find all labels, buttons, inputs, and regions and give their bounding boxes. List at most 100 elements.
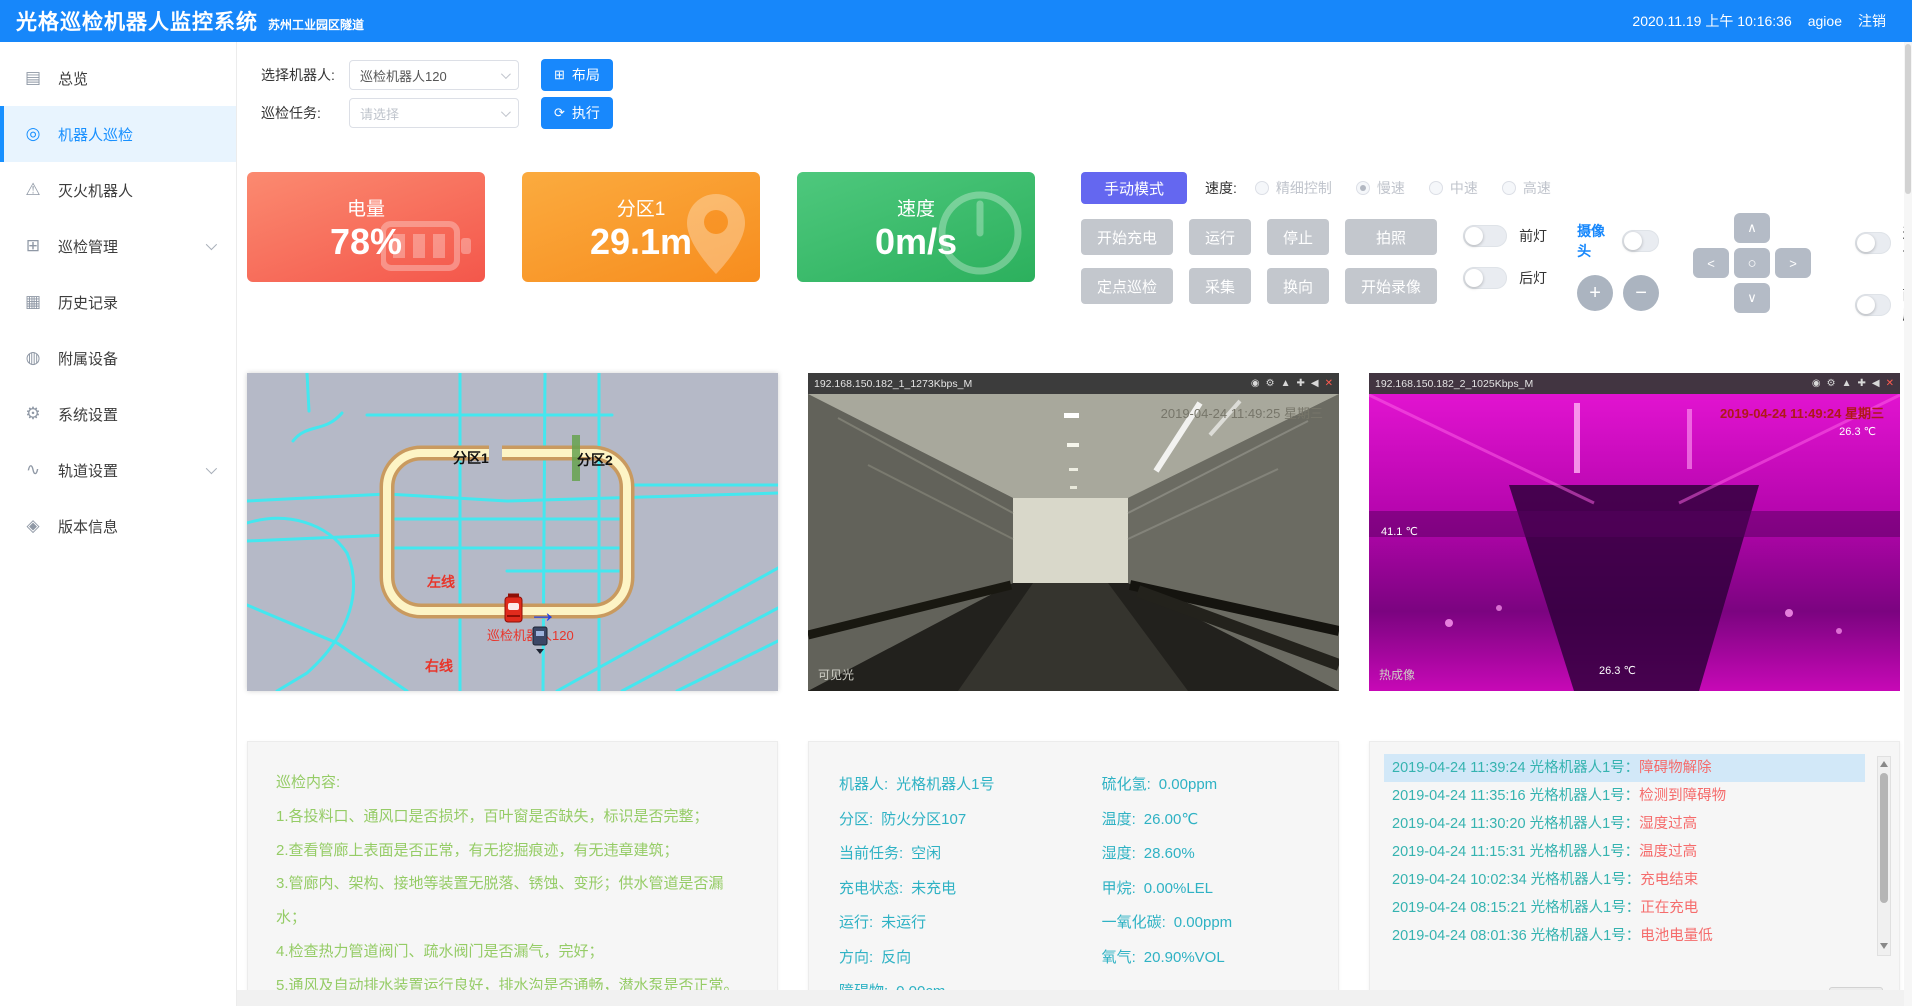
status-value: 0.00ppm: [1159, 776, 1217, 793]
rear-light-toggle[interactable]: [1463, 267, 1507, 289]
control-button[interactable]: 运行: [1189, 219, 1251, 255]
control-button[interactable]: 开始录像: [1345, 268, 1437, 304]
sidebar-item-label: 附属设备: [58, 348, 118, 369]
event-log-row[interactable]: 2019-04-24 08:01:36 光格机器人1号：电池电量低: [1384, 922, 1865, 944]
event-log-row[interactable]: 2019-04-24 11:15:31 光格机器人1号：温度过高: [1384, 838, 1865, 866]
video-tag: 热成像: [1379, 666, 1415, 683]
status-value: 光格机器人1号: [896, 776, 994, 793]
video-header-icon[interactable]: ▲: [1842, 378, 1852, 389]
sidebar-item[interactable]: ⚙ 系统设置: [0, 386, 236, 442]
scroll-down-icon[interactable]: [1880, 943, 1888, 949]
inspection-item: 3.管廊内、架构、接地等装置无脱落、锈蚀、变形；供水管道是否漏水；: [276, 867, 749, 935]
video-header-icon[interactable]: ✚: [1297, 378, 1305, 389]
manual-mode-button[interactable]: 手动模式: [1081, 172, 1187, 204]
scrollbar-thumb[interactable]: [1880, 773, 1888, 903]
speed-radio[interactable]: 慢速: [1356, 178, 1405, 198]
control-button[interactable]: 换向: [1267, 268, 1329, 304]
status-label: 充电状态:: [839, 880, 903, 897]
video-header-icon[interactable]: ◉: [1251, 378, 1260, 389]
video-header-icon[interactable]: ✚: [1858, 378, 1866, 389]
status-line: 当前任务:空闲: [839, 837, 1102, 872]
sidebar-item[interactable]: ◍ 附属设备: [0, 330, 236, 386]
inspection-content-panel: 巡检内容: 1.各投料口、通风口是否损坏，百叶窗是否缺失，标识是否完整；2.查看…: [247, 741, 778, 1006]
video-header-icon[interactable]: ✕: [1325, 378, 1333, 389]
dpad-center-button[interactable]: ○: [1734, 248, 1770, 278]
speed-radio[interactable]: 精细控制: [1255, 178, 1332, 198]
video-header-icon[interactable]: ◉: [1812, 378, 1821, 389]
camera-toggle[interactable]: [1622, 230, 1659, 252]
event-log-row[interactable]: 2019-04-24 10:02:34 光格机器人1号：充电结束: [1384, 866, 1865, 894]
dpad-right-button[interactable]: >: [1775, 248, 1811, 278]
control-button[interactable]: 停止: [1267, 219, 1329, 255]
sidebar-item-icon: ◎: [22, 124, 44, 144]
event-log-list: 2019-04-24 11:39:24 光格机器人1号：障碍物解除 2019-0…: [1384, 754, 1865, 944]
video-header-icon[interactable]: ◀: [1872, 378, 1880, 389]
zone-card: 分区1 29.1m: [522, 172, 760, 282]
dpad-left-button[interactable]: <: [1693, 248, 1729, 278]
temperature-reading: 41.1 ℃: [1381, 525, 1418, 538]
zoom-in-button[interactable]: +: [1577, 275, 1613, 311]
sidebar-item[interactable]: ◈ 版本信息: [0, 498, 236, 554]
sidebar-item[interactable]: ◎ 机器人巡检: [0, 106, 236, 162]
control-button[interactable]: 定点巡检: [1081, 268, 1173, 304]
status-value: 未运行: [881, 914, 926, 931]
status-line: 甲烷:0.00%LEL: [1102, 872, 1233, 907]
wiper-toggle[interactable]: [1855, 294, 1890, 316]
event-message: 电池电量低: [1640, 928, 1713, 944]
control-button[interactable]: 拍照: [1345, 219, 1437, 255]
video-header-icons: ◉ ⚙ ▲ ✚ ◀ ✕: [1251, 378, 1333, 389]
video-header-icon[interactable]: ◀: [1311, 378, 1319, 389]
action-buttons: 开始充电运行停止拍照 定点巡检采集换向开始录像: [1081, 219, 1437, 304]
control-button[interactable]: 采集: [1189, 268, 1251, 304]
video-header-icon[interactable]: ✕: [1886, 378, 1894, 389]
zoom-out-button[interactable]: −: [1623, 275, 1659, 311]
inspection-list: 1.各投料口、通风口是否损坏，百叶窗是否缺失，标识是否完整；2.查看管廊上表面是…: [276, 800, 749, 1003]
footer-strip: [237, 990, 1912, 1006]
video-header-icon[interactable]: ⚙: [1266, 378, 1275, 389]
dpad-up-button[interactable]: ∧: [1734, 213, 1770, 243]
sidebar-item[interactable]: ⊞ 巡检管理: [0, 218, 236, 274]
robot-marker[interactable]: [505, 595, 522, 622]
front-light-toggle[interactable]: [1463, 225, 1507, 247]
event-message: 温度过高: [1639, 844, 1697, 860]
status-line: 充电状态:未充电: [839, 872, 1102, 907]
radio-icon: [1356, 181, 1370, 195]
battery-icon: [381, 214, 473, 276]
event-log-row[interactable]: 2019-04-24 11:39:24 光格机器人1号：障碍物解除: [1384, 754, 1865, 782]
event-scrollbar[interactable]: [1877, 756, 1891, 956]
temperature-reading: 26.3 ℃: [1599, 664, 1636, 677]
video-header-icon[interactable]: ▲: [1281, 378, 1291, 389]
zone-card-title: 分区1: [617, 194, 666, 221]
speed-radio[interactable]: 高速: [1502, 178, 1551, 198]
sidebar-item[interactable]: ▦ 历史记录: [0, 274, 236, 330]
speed-radio[interactable]: 中速: [1429, 178, 1478, 198]
radio-label: 慢速: [1377, 178, 1405, 198]
layout-button[interactable]: ⊞ 布局: [541, 59, 613, 91]
page-scrollbar-thumb[interactable]: [1905, 44, 1911, 194]
user-box: 2020.11.19 上午 10:16:36 agioe 注销: [1632, 11, 1886, 31]
event-log-row[interactable]: 2019-04-24 11:35:16 光格机器人1号：检测到障碍物: [1384, 782, 1865, 810]
sidebar-item[interactable]: ▤ 总览: [0, 50, 236, 106]
right-line-label: 右线: [424, 658, 453, 674]
control-button[interactable]: 开始充电: [1081, 219, 1173, 255]
talk-toggle[interactable]: [1855, 232, 1890, 254]
event-log-row[interactable]: 2019-04-24 11:30:20 光格机器人1号：湿度过高: [1384, 810, 1865, 838]
status-value: 防火分区107: [881, 811, 966, 828]
sidebar-item[interactable]: ⚠ 灭火机器人: [0, 162, 236, 218]
task-select-label: 巡检任务:: [247, 103, 349, 123]
video-header-icons: ◉ ⚙ ▲ ✚ ◀ ✕: [1812, 378, 1894, 389]
page-scrollbar[interactable]: [1904, 42, 1912, 1006]
robot-select[interactable]: 巡检机器人120: [349, 60, 519, 90]
status-line: 湿度:28.60%: [1102, 837, 1233, 872]
scroll-up-icon[interactable]: [1880, 761, 1888, 767]
video-header-icon[interactable]: ⚙: [1827, 378, 1836, 389]
status-label: 运行:: [839, 914, 873, 931]
status-label: 湿度:: [1102, 845, 1136, 862]
execute-button[interactable]: ⟳ 执行: [541, 97, 613, 129]
speed-card: 速度 0m/s: [797, 172, 1035, 282]
dpad-down-button[interactable]: ∨: [1734, 283, 1770, 313]
logout-link[interactable]: 注销: [1858, 11, 1886, 31]
sidebar-item[interactable]: ∿ 轨道设置: [0, 442, 236, 498]
event-log-row[interactable]: 2019-04-24 08:15:21 光格机器人1号：正在充电: [1384, 894, 1865, 922]
task-select[interactable]: 请选择: [349, 98, 519, 128]
